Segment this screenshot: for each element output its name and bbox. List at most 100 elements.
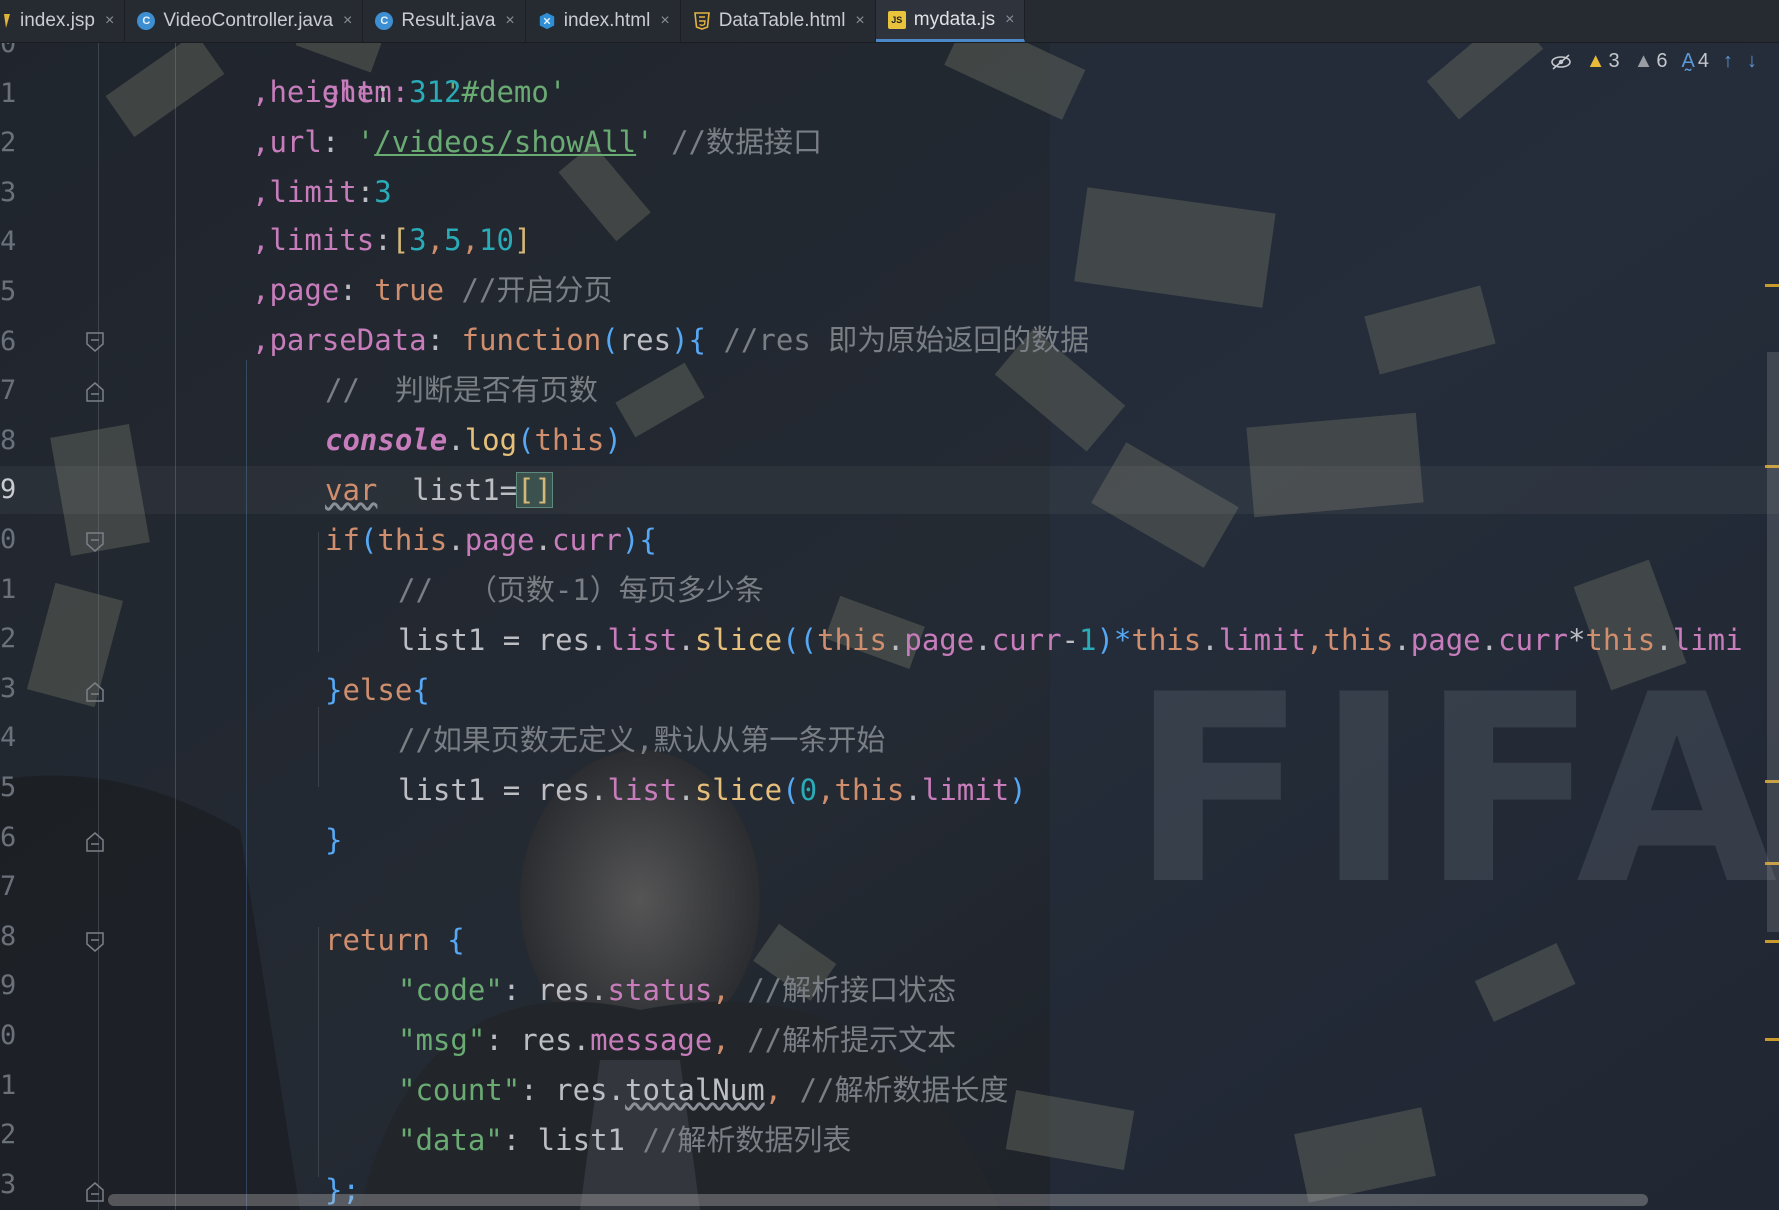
tab-index-jsp[interactable]: index.jsp × (0, 0, 126, 42)
js-file-icon: JS (887, 10, 906, 29)
indent-guide (246, 360, 247, 1210)
fold-collapse-icon[interactable] (86, 332, 104, 352)
code-line: "data": list1 //解析数据列表 (398, 1123, 852, 1157)
line-number: 9 (0, 970, 17, 1002)
fold-collapse-icon[interactable] (86, 532, 104, 552)
current-line-highlight (0, 466, 1779, 514)
indent-guide (98, 42, 99, 1210)
horizontal-scrollbar[interactable] (108, 1194, 1648, 1206)
eye-crossed-icon (1550, 53, 1571, 70)
fold-end-icon[interactable] (86, 682, 104, 702)
vue-html-icon (538, 12, 556, 30)
typo-icon: A̰ (1681, 50, 1695, 72)
line-number: 1 (0, 573, 17, 605)
fold-end-icon[interactable] (86, 382, 104, 402)
tab-result-java[interactable]: C Result.java × (363, 0, 526, 42)
next-problem-arrow-icon[interactable]: ↓ (1747, 50, 1757, 73)
code-line: "msg": res.message, //解析提示文本 (398, 1023, 957, 1057)
line-number: 0 (0, 42, 17, 59)
line-number: 1 (0, 1069, 17, 1101)
code-line: //如果页数无定义,默认从第一条开始 (398, 723, 886, 757)
tab-datatable-html[interactable]: DataTable.html × (681, 0, 876, 42)
code-line: return { (325, 923, 465, 957)
warning-gray-icon: ▲ (1633, 50, 1654, 72)
java-class-icon: C (375, 12, 394, 30)
code-line: if(this.page.curr){ (325, 523, 657, 557)
vertical-scrollbar[interactable] (1767, 352, 1779, 932)
typos-indicator[interactable]: A̰ 4 (1682, 50, 1709, 73)
errors-indicator[interactable]: ▲ 3 (1586, 50, 1620, 73)
tab-label: mydata.js (913, 8, 996, 30)
tab-label: VideoController.java (163, 10, 334, 31)
tab-label: index.html (563, 10, 651, 31)
code-line: // （页数-1）每页多少条 (398, 573, 764, 607)
inspection-widget: ▲ 3 ▲ 6 A̰ 4 ↑ ↓ (1550, 50, 1757, 73)
line-number: 4 (0, 226, 17, 258)
code-line: list1 = res.list.slice(0,this.limit) (398, 773, 1027, 807)
tab-videocontroller-java[interactable]: C VideoController.java × (125, 0, 364, 42)
code-line-current: var list1=[] (325, 472, 553, 508)
indent-guide (175, 42, 176, 1210)
line-number: 8 (0, 920, 17, 952)
code-line: console.log(this) (325, 423, 622, 457)
code-line: ,limit:3 (252, 175, 392, 209)
code-line: list1 = res.list.slice((this.page.curr-1… (398, 623, 1743, 657)
errors-count: 3 (1608, 50, 1620, 72)
line-number: 3 (0, 1168, 17, 1200)
tab-label: DataTable.html (718, 10, 846, 31)
line-number: 5 (0, 772, 17, 803)
code-line: ,height: 312 (252, 75, 462, 109)
scroll-marker (1765, 1038, 1779, 1041)
fold-end-icon[interactable] (86, 1182, 104, 1202)
line-number: 7 (0, 375, 17, 407)
line-number: 2 (0, 623, 17, 655)
indent-guide (318, 927, 319, 1177)
scroll-marker (1765, 940, 1779, 943)
line-number: 2 (0, 1119, 17, 1151)
typos-count: 4 (1697, 50, 1709, 72)
previous-problem-arrow-icon[interactable]: ↑ (1723, 50, 1733, 73)
code-line: ,parseData: function(res){ //res 即为原始返回的… (252, 323, 1090, 357)
java-class-icon: C (137, 12, 156, 30)
code-line: ,limits:[3,5,10] (252, 223, 532, 257)
toggle-reader-mode[interactable] (1550, 53, 1572, 70)
close-icon[interactable]: × (855, 12, 864, 30)
line-number: 7 (0, 871, 17, 903)
close-icon[interactable]: × (1005, 11, 1014, 29)
tab-mydata-js[interactable]: JS mydata.js × (875, 0, 1026, 42)
line-number: 9 (0, 474, 17, 506)
warnings-count: 6 (1656, 50, 1668, 72)
line-number: 1 (0, 77, 17, 109)
line-number: 0 (0, 1020, 17, 1051)
line-number: 6 (0, 821, 17, 853)
close-icon[interactable]: × (505, 12, 514, 30)
fold-collapse-icon[interactable] (86, 932, 104, 952)
code-line: ,page: true //开启分页 (252, 273, 613, 307)
line-number-gutter: 0 1 2 3 4 5 6 7 8 9 0 1 2 3 4 5 6 7 8 9 0 1 2 3 (0, 42, 175, 1210)
code-line: "count": res.totalNum, //解析数据长度 (398, 1073, 1009, 1107)
line-number: 5 (0, 276, 17, 307)
indent-guide (318, 532, 319, 652)
code-line: "code": res.status, //解析接口状态 (398, 973, 957, 1007)
line-number: 8 (0, 424, 17, 456)
fold-end-icon[interactable] (86, 832, 104, 852)
close-icon[interactable]: × (343, 12, 352, 30)
indent-guide (318, 707, 319, 787)
tab-label: index.jsp (20, 10, 95, 31)
line-number: 3 (0, 672, 17, 704)
html5-file-icon (693, 12, 711, 30)
tab-label: Result.java (401, 10, 496, 31)
tab-index-html[interactable]: index.html × (526, 0, 681, 42)
line-number: 6 (0, 325, 17, 357)
warnings-indicator[interactable]: ▲ 6 (1634, 50, 1668, 73)
line-number: 0 (0, 524, 17, 555)
close-icon[interactable]: × (105, 12, 114, 30)
code-line: }else{ (325, 673, 430, 707)
code-line: ,url: '/videos/showAll' //数据接口 (252, 125, 822, 159)
line-number: 3 (0, 176, 17, 208)
line-number: 4 (0, 722, 17, 754)
scroll-marker (1765, 284, 1779, 287)
code-line: } (325, 823, 343, 857)
close-icon[interactable]: × (660, 12, 669, 30)
code-editor[interactable]: 0 1 2 3 4 5 6 7 8 9 0 1 2 3 4 5 6 7 8 9 0 1 2 3 elem: '#demo' ,… (0, 42, 1779, 1210)
